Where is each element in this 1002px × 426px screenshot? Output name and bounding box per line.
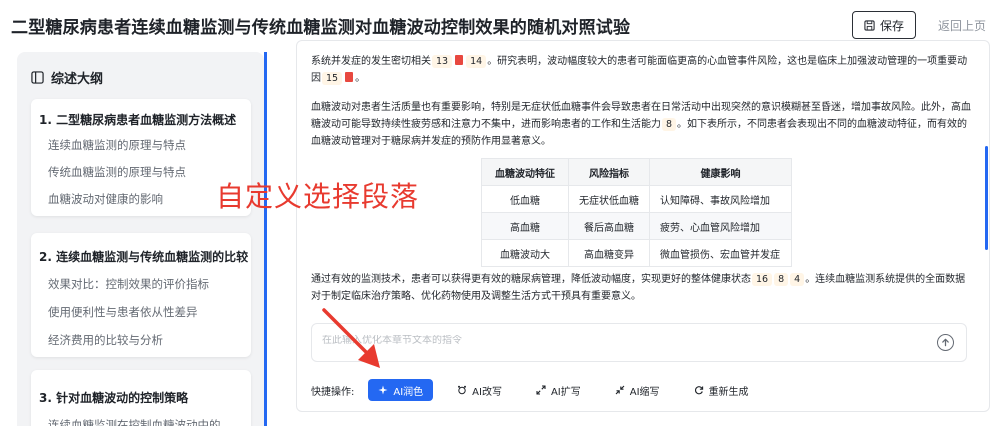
outline-item[interactable]: 连续血糖监测在控制血糖波动中的... <box>31 417 251 426</box>
paragraph-2[interactable]: 血糖波动对患者生活质量也有重要影响，特别是无症状低血糖事件会导致患者在日常活动中… <box>311 99 973 150</box>
table-row: 低血糖 无症状低血糖 认知障碍、事故风险增加 <box>481 185 792 213</box>
table-cell: 微血管损伤、宏血管并发症 <box>649 239 792 267</box>
arrow-up-icon <box>942 338 949 347</box>
prompt-box <box>311 323 967 362</box>
outline-item[interactable]: 使用便利性与患者依从性差异 <box>31 304 251 320</box>
outline-item[interactable]: 经济费用的比较与分析 <box>31 332 251 348</box>
table-header-cell: 健康影响 <box>649 158 792 186</box>
panel-divider[interactable] <box>264 52 267 426</box>
table-cell: 低血糖 <box>481 185 569 213</box>
quick-actions-label: 快捷操作: <box>311 386 355 398</box>
outline-item[interactable]: 效果对比：控制效果的评价指标 <box>31 276 251 292</box>
ai-expand-button[interactable]: AI扩写 <box>526 379 591 401</box>
table-header-row: 血糖波动特征 风险指标 健康影响 <box>481 158 792 186</box>
table-cell: 疲劳、心血管风险增加 <box>649 212 792 240</box>
citation-ref[interactable]: 4 <box>790 273 805 286</box>
outline-section-3[interactable]: 3. 针对血糖波动的控制策略 连续血糖监测在控制血糖波动中的... <box>31 370 251 426</box>
outline-sidebar: 综述大纲 1. 二型糖尿病患者血糖监测方法概述 连续血糖监测的原理与特点 传统血… <box>17 52 264 426</box>
table-cell: 餐后高血糖 <box>568 212 650 240</box>
table-cell: 血糖波动大 <box>481 239 569 267</box>
table-cell: 认知障碍、事故风险增加 <box>649 185 792 213</box>
regenerate-button[interactable]: 重新生成 <box>684 379 759 401</box>
paragraph-text: 系统并发症的发生密切相关 <box>311 56 431 67</box>
ai-rewrite-label: AI改写 <box>472 386 502 398</box>
quick-actions: 快捷操作: AI润色 AI改写 AI扩写 AI缩写 重新生成 <box>311 378 971 402</box>
save-button[interactable]: 保存 <box>852 11 916 39</box>
back-link[interactable]: 返回上页 <box>938 17 986 34</box>
page-title: 二型糖尿病患者连续血糖监测与传统血糖监测对血糖波动控制效果的随机对照试验 <box>11 18 631 38</box>
prompt-input[interactable] <box>322 335 922 346</box>
citation-ref[interactable]: 16 <box>752 273 773 286</box>
paragraph-text: 通过有效的监测技术，患者可以获得更有效的糖尿病管理，降低波动幅度，实现更好的整体… <box>311 274 751 285</box>
send-button[interactable] <box>937 334 954 351</box>
table-cell: 高血糖 <box>481 212 569 240</box>
ai-condense-button[interactable]: AI缩写 <box>605 379 670 401</box>
outline-section-title[interactable]: 1. 二型糖尿病患者血糖监测方法概述 <box>31 99 251 128</box>
ai-condense-label: AI缩写 <box>629 386 660 398</box>
citation-ref[interactable]: 8 <box>662 118 677 131</box>
rewrite-icon <box>458 385 467 395</box>
table-header-cell: 血糖波动特征 <box>481 158 569 186</box>
sidebar-heading-label: 综述大纲 <box>51 72 104 87</box>
refresh-icon <box>694 386 703 395</box>
table-cell: 高血糖变异 <box>568 239 650 267</box>
expand-icon <box>536 385 546 395</box>
pdf-icon[interactable] <box>455 55 464 65</box>
paragraph-1[interactable]: 系统并发症的发生密切相关 13 14 。研究表明，波动幅度较大的患者可能面临更高的心血… <box>311 53 973 87</box>
article-editor[interactable]: 系统并发症的发生密切相关 13 14 。研究表明，波动幅度较大的患者可能面临更高的心血… <box>296 40 990 412</box>
table-row: 高血糖 餐后高血糖 疲劳、心血管风险增加 <box>481 212 792 240</box>
paragraph-text: 。 <box>355 73 366 84</box>
condense-icon <box>615 385 625 395</box>
sidebar-heading: 综述大纲 <box>31 68 103 87</box>
save-icon <box>864 19 875 31</box>
ai-expand-label: AI扩写 <box>550 386 581 398</box>
annotation-arrow-icon <box>322 308 380 368</box>
pdf-icon[interactable] <box>345 72 354 82</box>
table-header-cell: 风险指标 <box>568 158 650 186</box>
ai-polish-label: AI润色 <box>393 386 424 398</box>
citation-ref[interactable]: 8 <box>774 273 789 286</box>
regenerate-label: 重新生成 <box>708 386 749 398</box>
outline-section-2[interactable]: 2. 连续血糖监测与传统血糖监测的比较 效果对比：控制效果的评价指标 使用便利性… <box>31 233 251 357</box>
annotation-label: 自定义选择段落 <box>216 180 420 213</box>
citation-ref[interactable]: 15 <box>322 72 343 85</box>
scrollbar-thumb[interactable] <box>985 146 988 250</box>
ai-rewrite-button[interactable]: AI改写 <box>447 379 512 401</box>
paragraph-3[interactable]: 通过有效的监测技术，患者可以获得更有效的糖尿病管理，降低波动幅度，实现更好的整体… <box>311 271 973 305</box>
glucose-fluctuation-table: 血糖波动特征 风险指标 健康影响 低血糖 无症状低血糖 认知障碍、事故风险增加 … <box>481 158 792 267</box>
outline-item[interactable]: 连续血糖监测的原理与特点 <box>31 137 251 153</box>
ai-polish-button[interactable]: AI润色 <box>368 379 434 401</box>
table-cell: 无症状低血糖 <box>568 185 650 213</box>
outline-section-title[interactable]: 2. 连续血糖监测与传统血糖监测的比较 <box>31 233 251 265</box>
table-row: 血糖波动大 高血糖变异 微血管损伤、宏血管并发症 <box>481 239 792 267</box>
citation-ref[interactable]: 14 <box>466 55 487 68</box>
save-button-label: 保存 <box>879 18 904 33</box>
outline-section-title[interactable]: 3. 针对血糖波动的控制策略 <box>31 370 251 406</box>
citation-ref[interactable]: 13 <box>432 55 453 68</box>
sparkle-icon <box>378 385 388 395</box>
outline-panel-icon <box>31 71 44 84</box>
